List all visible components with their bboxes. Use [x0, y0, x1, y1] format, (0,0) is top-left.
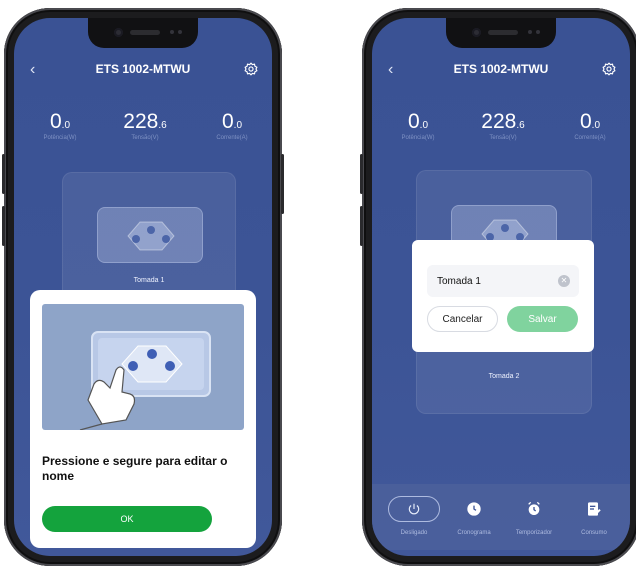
- phone-frame-left: ‹ ETS 1002-MTWU 0.0 Potência(W) 228.6 Te…: [2, 8, 284, 566]
- speaker-grille: [488, 30, 518, 35]
- nav-item-power[interactable]: Desligado: [384, 496, 444, 536]
- socket-icon: [127, 221, 175, 251]
- hand-press-icon: [79, 331, 211, 430]
- nav-item-schedule[interactable]: Cronograma: [444, 498, 504, 536]
- sensor-dot: [528, 30, 532, 34]
- socket-face: [97, 207, 203, 263]
- power-reading: 0.0 Potência(W): [43, 110, 77, 141]
- clock-icon: [467, 502, 481, 516]
- camera-icon: [472, 28, 481, 37]
- readings-row: 0.0 Potência(W) 228.6 Tensão(V) 0.0 Corr…: [372, 110, 630, 150]
- device-title: ETS 1002-MTWU: [453, 62, 549, 76]
- readings-row: 0.0 Potência(W) 228.6 Tensão(V) 0.0 Corr…: [14, 110, 272, 150]
- socket-label: Tomada 1: [133, 277, 165, 284]
- ok-button[interactable]: OK: [42, 506, 212, 532]
- top-bar: ‹ ETS 1002-MTWU: [372, 58, 630, 84]
- report-icon: [588, 502, 601, 516]
- power-icon[interactable]: [388, 496, 440, 522]
- save-button[interactable]: Salvar: [507, 306, 578, 332]
- bottom-nav: Desligado Cronograma Temporizador Consum…: [372, 484, 630, 550]
- volume-button: [360, 154, 363, 194]
- name-field[interactable]: ✕: [427, 265, 579, 297]
- cancel-button[interactable]: Cancelar: [427, 306, 498, 332]
- hint-message: Pressione e segure para editar o nome: [42, 454, 228, 483]
- volume-button: [360, 206, 363, 246]
- gear-icon[interactable]: [244, 62, 258, 76]
- current-reading: 0.0 Corrente(A): [574, 110, 606, 141]
- screen-right: ‹ ETS 1002-MTWU 0.0 Potência(W) 228.6 Te…: [372, 18, 630, 556]
- device-title: ETS 1002-MTWU: [95, 62, 191, 76]
- sensor-dot: [178, 30, 182, 34]
- hint-sheet: Pressione e segure para editar o nome OK: [30, 290, 256, 548]
- clear-icon[interactable]: ✕: [558, 275, 570, 287]
- speaker-grille: [130, 30, 160, 35]
- phone-frame-right: ‹ ETS 1002-MTWU 0.0 Potência(W) 228.6 Te…: [360, 8, 636, 566]
- alarm-icon: [528, 501, 540, 515]
- gear-icon[interactable]: [602, 62, 616, 76]
- power-side-button: [281, 154, 284, 214]
- camera-icon: [114, 28, 123, 37]
- nav-item-timer[interactable]: Temporizador: [504, 498, 564, 536]
- notch: [88, 18, 198, 48]
- notch: [446, 18, 556, 48]
- current-reading: 0.0 Corrente(A): [216, 110, 248, 141]
- volume-button: [2, 154, 5, 194]
- rename-dialog: ✕ Cancelar Salvar: [412, 240, 594, 352]
- power-reading: 0.0 Potência(W): [401, 110, 435, 141]
- volume-button: [2, 206, 5, 246]
- press-hold-illustration: [42, 304, 244, 430]
- socket-label: Tomada 2: [488, 373, 520, 380]
- sensor-dot: [170, 30, 174, 34]
- screen-left: ‹ ETS 1002-MTWU 0.0 Potência(W) 228.6 Te…: [14, 18, 272, 556]
- voltage-reading: 228.6 Tensão(V): [123, 110, 167, 141]
- voltage-reading: 228.6 Tensão(V): [481, 110, 525, 141]
- name-input[interactable]: [437, 265, 547, 297]
- sensor-dot: [536, 30, 540, 34]
- nav-item-consumption[interactable]: Consumo: [564, 498, 624, 536]
- top-bar: ‹ ETS 1002-MTWU: [14, 58, 272, 84]
